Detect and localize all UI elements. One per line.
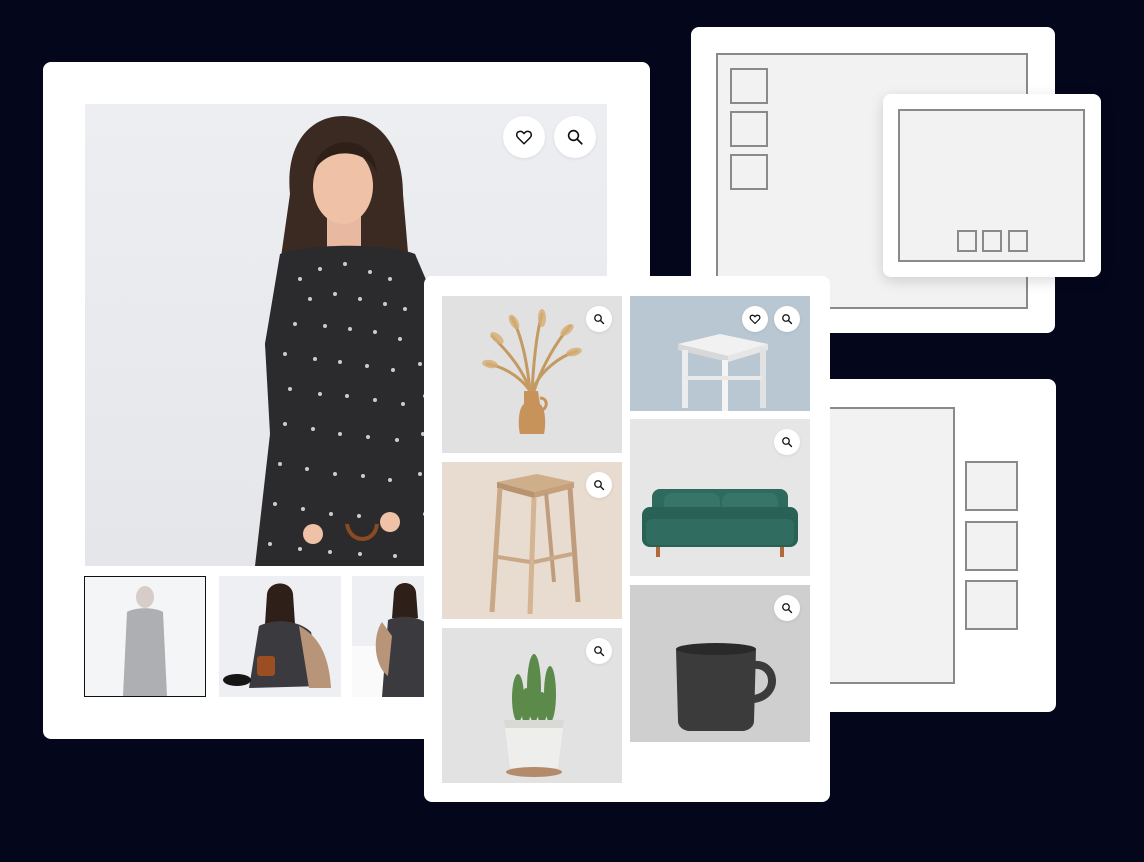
search-icon bbox=[567, 129, 583, 145]
product-tile[interactable] bbox=[630, 585, 810, 742]
heart-icon bbox=[515, 130, 533, 145]
woman-standing-photo bbox=[123, 586, 167, 696]
wishlist-button[interactable] bbox=[742, 306, 768, 332]
zoom-button[interactable] bbox=[774, 595, 800, 621]
layout-variant-popup[interactable] bbox=[883, 94, 1101, 277]
zoom-button[interactable] bbox=[554, 116, 596, 158]
zoom-button[interactable] bbox=[586, 472, 612, 498]
heart-icon bbox=[749, 314, 761, 325]
zoom-button[interactable] bbox=[586, 638, 612, 664]
wire-dot bbox=[982, 230, 1002, 252]
product-tile[interactable] bbox=[630, 296, 810, 411]
thumbnail-item[interactable] bbox=[84, 576, 206, 697]
product-tile[interactable] bbox=[442, 296, 622, 453]
zoom-button[interactable] bbox=[774, 429, 800, 455]
wire-thumb bbox=[965, 521, 1018, 571]
wire-dot bbox=[1008, 230, 1028, 252]
search-icon bbox=[782, 437, 793, 448]
wishlist-button[interactable] bbox=[503, 116, 545, 158]
wire-thumb bbox=[730, 154, 768, 190]
zoom-button[interactable] bbox=[774, 306, 800, 332]
product-grid-card bbox=[424, 276, 830, 802]
zoom-button[interactable] bbox=[586, 306, 612, 332]
search-icon bbox=[782, 314, 793, 325]
wire-dot bbox=[957, 230, 977, 252]
product-tile[interactable] bbox=[442, 462, 622, 619]
product-tile[interactable] bbox=[630, 419, 810, 576]
woman-sitting-photo bbox=[223, 583, 331, 688]
search-icon bbox=[594, 646, 605, 657]
search-icon bbox=[594, 314, 605, 325]
wire-thumb bbox=[965, 580, 1018, 630]
wire-thumb bbox=[965, 461, 1018, 511]
search-icon bbox=[594, 480, 605, 491]
thumbnail-item[interactable] bbox=[219, 576, 341, 697]
wire-thumb bbox=[730, 68, 768, 104]
wire-thumb bbox=[730, 111, 768, 147]
product-tile[interactable] bbox=[442, 628, 622, 783]
search-icon bbox=[782, 603, 793, 614]
